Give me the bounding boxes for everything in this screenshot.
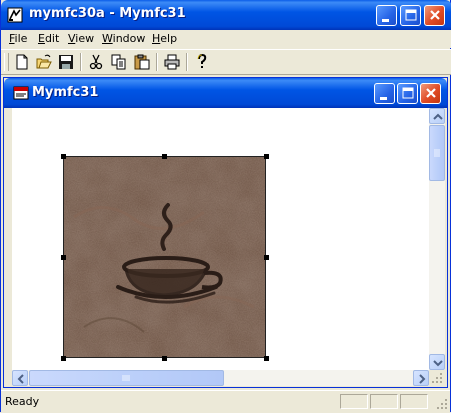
resize-handle-bottom-left[interactable] <box>61 356 66 361</box>
menu-bar: File Edit View Window Help <box>1 30 451 48</box>
status-pane-num <box>370 394 398 409</box>
size-grip-icon <box>437 399 447 409</box>
toolbar-separator <box>80 53 82 71</box>
minimize-icon <box>380 97 387 100</box>
resize-handle-top-right[interactable] <box>264 154 269 159</box>
toolbar-separator <box>186 53 188 71</box>
close-icon <box>430 10 440 20</box>
status-pane-caps <box>340 394 368 409</box>
menu-view[interactable]: View <box>68 32 94 45</box>
status-bar: Ready <box>1 390 450 412</box>
horizontal-scrollbar[interactable] <box>12 370 429 386</box>
coffee-cup-picture[interactable] <box>63 156 266 358</box>
save-button[interactable] <box>57 53 75 71</box>
resize-handle-top-left[interactable] <box>61 154 66 159</box>
arrow-left-icon <box>17 374 24 384</box>
document-title-bar[interactable]: Mymfc31 <box>4 78 447 108</box>
open-button[interactable] <box>35 53 53 71</box>
menu-help[interactable]: Help <box>152 32 177 45</box>
resize-handle-bottom[interactable] <box>162 356 167 361</box>
resize-handle-left[interactable] <box>61 255 66 260</box>
window-title: mymfc30a - Mymfc31 <box>29 6 186 21</box>
main-window: mymfc30a - Mymfc31 File Edit View Window… <box>0 0 451 412</box>
new-button[interactable] <box>13 53 31 71</box>
app-icon[interactable] <box>7 7 23 23</box>
horizontal-scroll-thumb[interactable] <box>29 370 224 386</box>
copy-button[interactable] <box>110 53 128 71</box>
menu-edit[interactable]: Edit <box>38 32 59 45</box>
print-button[interactable] <box>163 53 181 71</box>
arrow-down-icon <box>433 360 443 367</box>
scroll-right-button[interactable] <box>413 370 429 386</box>
cut-button[interactable] <box>87 53 105 71</box>
menu-file[interactable]: File <box>9 32 27 45</box>
toolbar-separator <box>156 53 158 71</box>
menu-window[interactable]: Window <box>102 32 145 45</box>
window-size-grip[interactable] <box>436 398 448 410</box>
document-title: Mymfc31 <box>32 85 99 100</box>
vertical-scroll-thumb[interactable] <box>429 125 445 181</box>
minimize-icon <box>382 19 389 22</box>
print-icon <box>164 54 180 70</box>
title-bar[interactable]: mymfc30a - Mymfc31 <box>1 0 451 30</box>
document-view[interactable] <box>12 108 429 370</box>
scroll-down-button[interactable] <box>429 354 445 370</box>
copy-icon <box>111 54 126 70</box>
document-maximize-button[interactable] <box>397 83 418 104</box>
maximize-button[interactable] <box>400 5 421 26</box>
help-button[interactable] <box>193 53 211 71</box>
maximize-icon <box>405 9 417 21</box>
scroll-up-button[interactable] <box>429 108 445 124</box>
resize-handle-top[interactable] <box>162 154 167 159</box>
minimize-button[interactable] <box>376 5 397 26</box>
size-grip-icon <box>432 373 442 383</box>
paste-icon <box>134 54 150 70</box>
document-icon[interactable] <box>13 85 29 101</box>
document-minimize-button[interactable] <box>374 83 395 104</box>
size-grip[interactable] <box>429 370 445 386</box>
resize-handle-right[interactable] <box>264 255 269 260</box>
paste-button[interactable] <box>133 53 151 71</box>
save-icon <box>59 55 73 69</box>
resize-handle-bottom-right[interactable] <box>264 356 269 361</box>
cut-icon <box>89 54 103 70</box>
arrow-right-icon <box>419 374 426 384</box>
document-window: Mymfc31 <box>3 77 448 388</box>
maximize-icon <box>402 87 414 99</box>
arrow-up-icon <box>433 113 443 120</box>
status-text: Ready <box>5 395 40 408</box>
new-icon <box>16 54 28 70</box>
help-icon <box>197 54 207 68</box>
toolbar-grip[interactable] <box>4 53 9 71</box>
document-close-button[interactable] <box>420 83 441 104</box>
close-icon <box>426 88 436 98</box>
toolbar <box>1 49 451 75</box>
close-button[interactable] <box>424 5 445 26</box>
status-pane-scrl <box>400 394 428 409</box>
scroll-left-button[interactable] <box>12 370 28 386</box>
open-icon <box>36 54 52 69</box>
vertical-scrollbar[interactable] <box>429 108 445 370</box>
